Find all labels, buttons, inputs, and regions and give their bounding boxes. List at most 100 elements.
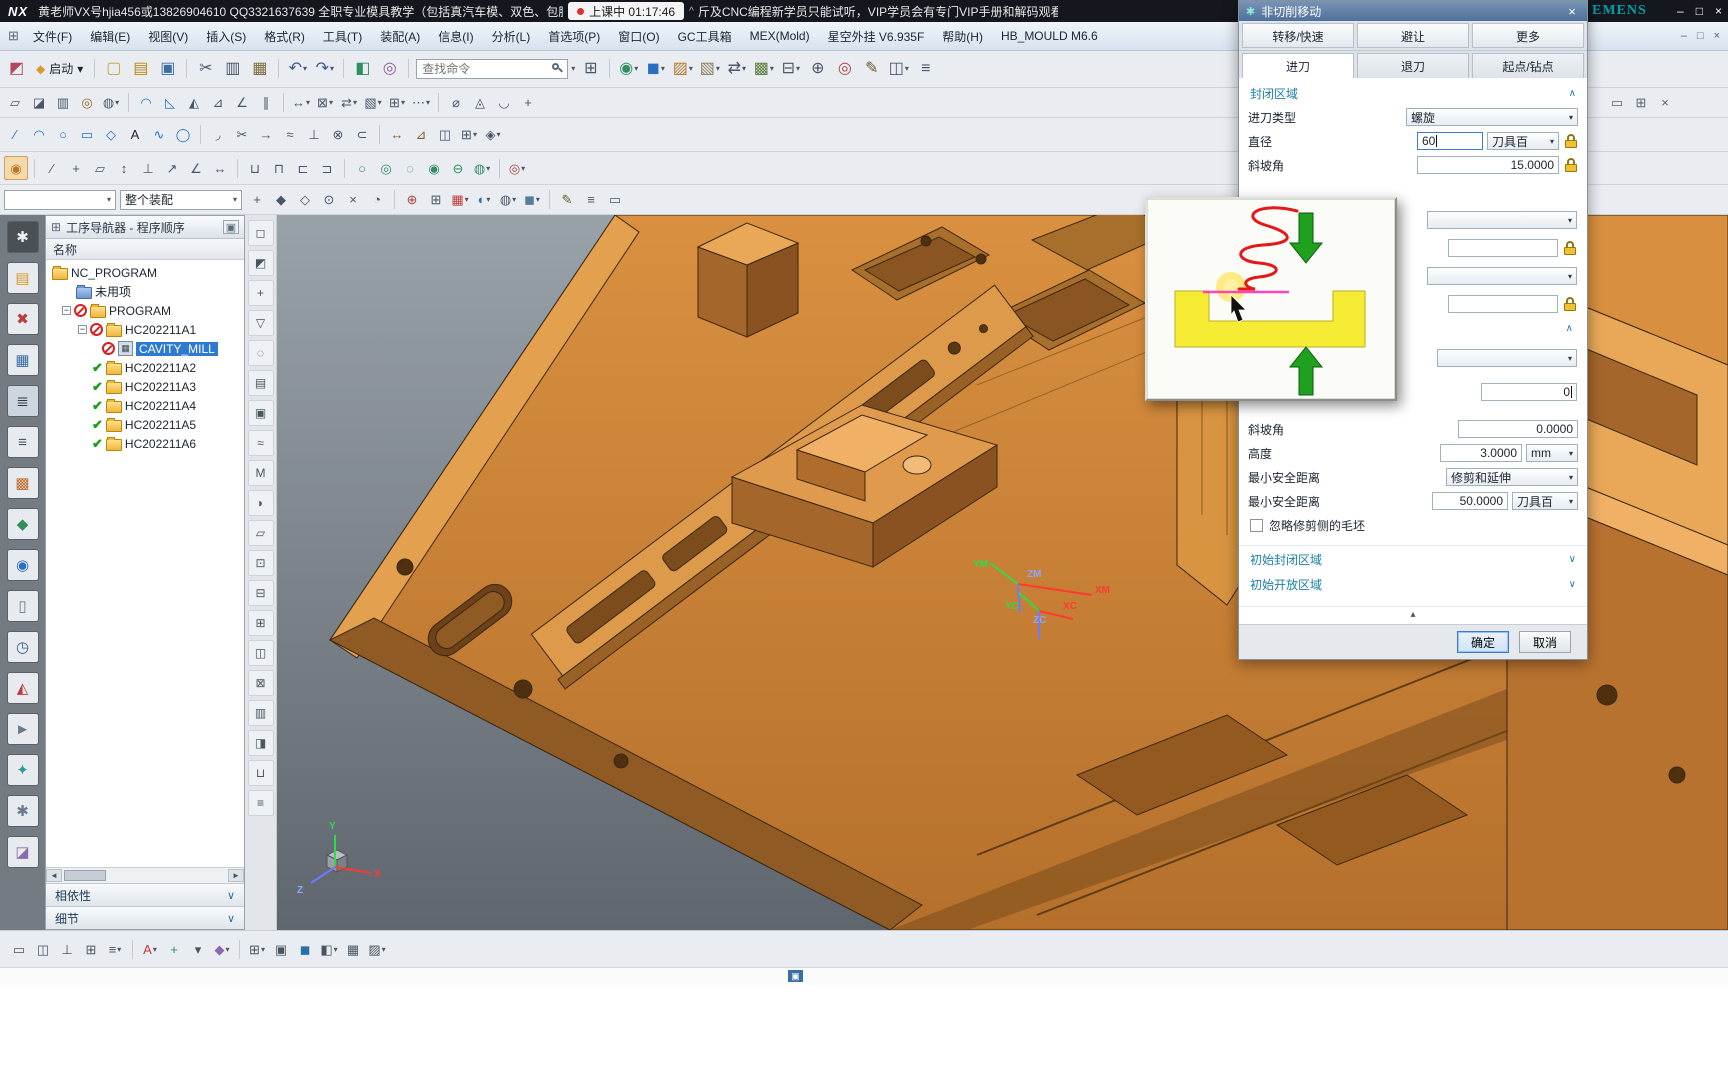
hole-icon[interactable]: ◎ bbox=[76, 92, 98, 114]
start-menu-button[interactable]: ◆ 启动 ▾ bbox=[29, 58, 90, 79]
tab-retract[interactable]: 退刀 bbox=[1357, 53, 1469, 78]
min-clearance-unit-select[interactable]: 刀具百 ▾ bbox=[1512, 492, 1578, 510]
menu-item-4[interactable]: 格式(R) bbox=[256, 25, 313, 48]
cut-icon[interactable]: ✂ bbox=[193, 56, 218, 82]
plane-view-icon[interactable]: ▱ bbox=[247, 520, 274, 546]
circle-pattern-icon[interactable]: ◍ ▾ bbox=[471, 157, 493, 179]
chevron-down-icon[interactable]: ∨ bbox=[1569, 579, 1576, 590]
more-tools-icon[interactable]: ⋯ ▾ bbox=[410, 92, 432, 114]
scrollbar-track[interactable] bbox=[62, 869, 228, 882]
scrollbar-thumb[interactable] bbox=[64, 870, 106, 881]
menu-item-5[interactable]: 工具(T) bbox=[315, 25, 370, 48]
quadrant-snap-icon[interactable]: ◔ bbox=[366, 189, 388, 211]
grid-display-icon[interactable]: ⊞ bbox=[1630, 92, 1652, 114]
navigator-column-header[interactable]: 名称 bbox=[46, 239, 244, 260]
menu-item-10[interactable]: 窗口(O) bbox=[610, 25, 667, 48]
line-icon[interactable]: ∕ bbox=[41, 157, 63, 179]
midpoint-snap-icon[interactable]: ◇ bbox=[294, 189, 316, 211]
machine-tool-navigator-icon[interactable]: ≡ bbox=[6, 426, 39, 458]
open-ramp-angle-input[interactable]: 0.0000 bbox=[1458, 420, 1578, 438]
edge-blend-icon[interactable]: ◠ bbox=[135, 92, 157, 114]
add-icon[interactable]: + bbox=[163, 938, 185, 960]
doc-close-button[interactable]: × bbox=[1714, 30, 1720, 42]
tree-row-program[interactable]: − PROGRAM bbox=[46, 301, 244, 320]
move-face-icon[interactable]: ↔ ▾ bbox=[290, 92, 312, 114]
dimension-icon[interactable]: ↔ bbox=[386, 124, 408, 146]
boxed-view-icon[interactable]: ⊡ bbox=[247, 550, 274, 576]
height-unit-select[interactable]: mm ▾ bbox=[1526, 444, 1578, 462]
vector-icon[interactable]: ↗ bbox=[161, 157, 183, 179]
table-icon[interactable]: ⊟ ▾ bbox=[778, 56, 803, 82]
obscured-partial-input[interactable]: 0 bbox=[1481, 383, 1577, 401]
lock-icon[interactable] bbox=[1565, 157, 1578, 173]
menu-lines-icon[interactable]: ≡ bbox=[247, 790, 274, 816]
process-studio-icon[interactable]: ◆ bbox=[6, 508, 39, 540]
menu-item-9[interactable]: 首选项(P) bbox=[540, 25, 608, 48]
menu-item-15[interactable]: HB_MOULD M6.6 bbox=[993, 26, 1106, 46]
menu-item-2[interactable]: 视图(V) bbox=[140, 25, 196, 48]
diameter-input[interactable]: 60 bbox=[1417, 132, 1483, 150]
transform-icon[interactable]: ⊞ ▾ bbox=[386, 92, 408, 114]
view-sphere-icon[interactable]: ◉ ▾ bbox=[616, 56, 641, 82]
edit-pencil-icon[interactable]: ✎ bbox=[859, 56, 884, 82]
shade-icon[interactable]: ◧ ▾ bbox=[318, 938, 340, 960]
circle-minus-icon[interactable]: ⊖ bbox=[447, 157, 469, 179]
plugin-icon[interactable]: ◪ bbox=[6, 836, 39, 868]
wireframe-icon[interactable]: ◍ ▾ bbox=[497, 189, 519, 211]
offset-curve-icon[interactable]: ≈ bbox=[279, 124, 301, 146]
theme-palette-icon[interactable]: ◩ bbox=[4, 56, 29, 82]
open-file-icon[interactable]: ▤ bbox=[128, 56, 153, 82]
find-icon[interactable]: ◌ bbox=[247, 340, 274, 366]
height-input[interactable]: 3.0000 bbox=[1440, 444, 1522, 462]
sheet-icon[interactable]: ▥ bbox=[247, 700, 274, 726]
distance-icon[interactable]: ↔ bbox=[209, 157, 231, 179]
tree-row-cavity-mill[interactable]: ▦ CAVITY_MILL bbox=[46, 339, 244, 358]
profile-line-icon[interactable]: ∕ bbox=[4, 124, 26, 146]
tab-more[interactable]: 更多 bbox=[1472, 23, 1584, 48]
operation-navigator-icon[interactable]: ≣ bbox=[6, 385, 39, 417]
cross-icon[interactable]: ⊠ bbox=[247, 670, 274, 696]
menu-item-1[interactable]: 编辑(E) bbox=[82, 25, 138, 48]
chevron-down-icon[interactable]: ∨ bbox=[1569, 554, 1576, 565]
ignore-trim-checkbox[interactable] bbox=[1250, 518, 1263, 532]
lock-icon[interactable] bbox=[1565, 133, 1578, 149]
csys-icon[interactable]: ⊥ bbox=[137, 157, 159, 179]
menu-item-14[interactable]: 帮助(H) bbox=[934, 25, 991, 48]
solid-icon[interactable]: ◼ bbox=[294, 938, 316, 960]
menu-grid-icon[interactable]: ⊞ bbox=[8, 28, 19, 44]
initial-open-area-header[interactable]: 初始开放区域 ∨ bbox=[1239, 571, 1587, 596]
tree-row-nc-program[interactable]: NC_PROGRAM bbox=[46, 263, 244, 282]
customer-defaults-icon[interactable]: ✱ bbox=[6, 795, 39, 827]
pattern-component-icon[interactable]: ⊞ bbox=[80, 938, 102, 960]
derived-curve-icon[interactable]: ⊂ bbox=[351, 124, 373, 146]
web-browser-icon[interactable]: ◉ bbox=[6, 549, 39, 581]
color-grid-icon[interactable]: ▦ ▾ bbox=[449, 189, 471, 211]
rectangle-icon[interactable]: ▭ bbox=[76, 124, 98, 146]
details-section[interactable]: 细节 ∨ bbox=[46, 906, 244, 929]
replace-face-icon[interactable]: ⇄ ▾ bbox=[338, 92, 360, 114]
circle-ring-icon[interactable]: ◎ bbox=[375, 157, 397, 179]
scroll-right-icon[interactable]: ► bbox=[228, 869, 244, 882]
zoom-in-icon[interactable]: + bbox=[247, 280, 274, 306]
stack-icon[interactable]: ⊟ bbox=[247, 580, 274, 606]
close-toolbar-icon[interactable]: × bbox=[1654, 92, 1676, 114]
initial-closed-area-header[interactable]: 初始封闭区域 ∨ bbox=[1239, 545, 1587, 571]
grid-view-icon[interactable]: ⊞ bbox=[247, 610, 274, 636]
circle-icon[interactable]: ○ bbox=[52, 124, 74, 146]
menu-item-6[interactable]: 装配(A) bbox=[372, 25, 428, 48]
object-display-icon[interactable]: ◧ bbox=[350, 56, 375, 82]
sheet-body-icon[interactable]: ▨ ▾ bbox=[670, 56, 695, 82]
grid-icon[interactable]: ▦ bbox=[342, 938, 364, 960]
scroll-left-icon[interactable]: ◄ bbox=[46, 869, 62, 882]
half-view-icon[interactable]: ◗ bbox=[247, 490, 274, 516]
window-maximize-button[interactable]: □ bbox=[1696, 4, 1703, 18]
quick-trim-icon[interactable]: ✂ bbox=[231, 124, 253, 146]
command-search-input[interactable] bbox=[420, 60, 552, 77]
menu-item-0[interactable]: 文件(F) bbox=[25, 25, 80, 48]
array-curve-icon[interactable]: ⊞ ▾ bbox=[458, 124, 480, 146]
ok-button[interactable]: 确定 bbox=[1457, 631, 1509, 653]
section-view-icon[interactable]: ◩ bbox=[247, 250, 274, 276]
selection-filter-combo[interactable]: ▾ bbox=[4, 189, 116, 210]
dialog-titlebar[interactable]: ✱ 非切削移动 × bbox=[1239, 1, 1587, 21]
part-navigator-icon[interactable]: ▦ bbox=[6, 344, 39, 376]
